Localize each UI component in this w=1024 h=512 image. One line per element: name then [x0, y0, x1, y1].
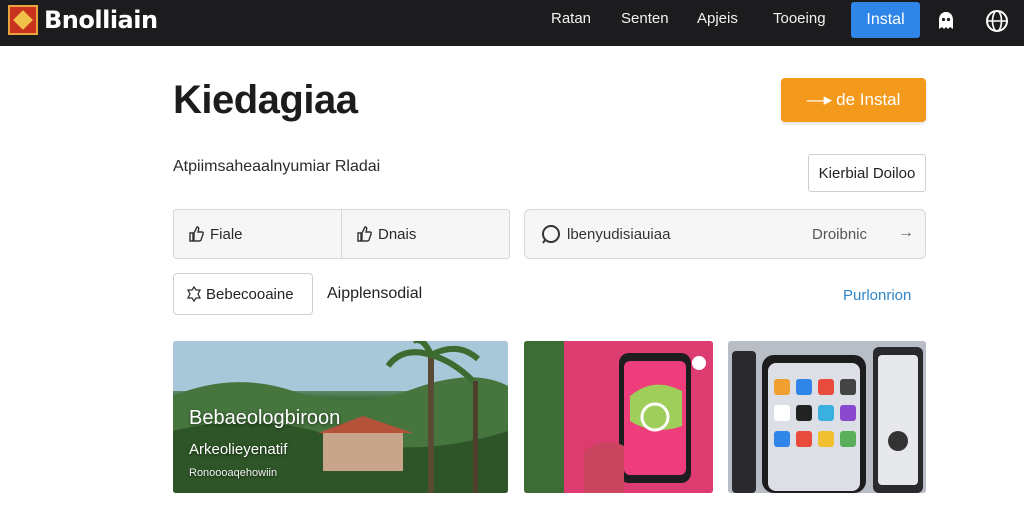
feature-card-3[interactable]: [728, 341, 926, 493]
filter-label: Aipplensodial: [327, 285, 423, 302]
globe-icon[interactable]: [985, 9, 1009, 33]
search-input[interactable]: lbenyudisiauiaa: [567, 226, 670, 243]
search-icon: [542, 225, 560, 244]
card-1-subtitle: Arkeolieyenatif: [189, 441, 288, 458]
brand-logo[interactable]: Bnolliain: [8, 4, 158, 36]
primary-install-button[interactable]: —▸ de Instal: [781, 78, 926, 122]
segment-2[interactable]: Dnais: [341, 210, 509, 258]
secondary-button[interactable]: Kierbial Doiloo: [808, 154, 926, 192]
arrow-right-icon: —▸: [806, 90, 833, 109]
segmented-control: Fiale Dnais: [173, 209, 510, 259]
feature-card-2[interactable]: [524, 341, 713, 493]
brand-name: Bnolliain: [44, 6, 158, 34]
search-meta-label: Droibnic: [812, 226, 868, 243]
thumbs-up-icon: [357, 226, 372, 242]
phones-app-grid-image: [728, 341, 926, 493]
badge-icon: [186, 286, 202, 302]
primary-install-label: de Instal: [836, 90, 901, 109]
feature-card-1[interactable]: Bebaeologbiroon Arkeolieyenatif Ronoooaq…: [173, 341, 508, 493]
view-more-link[interactable]: Purlonrion: [843, 287, 911, 304]
nav-link-3[interactable]: Apjeis: [697, 10, 738, 27]
page-title: Kiedagiaa: [173, 78, 358, 122]
segment-1[interactable]: Fiale: [174, 210, 341, 258]
install-button[interactable]: Instal: [851, 2, 920, 38]
search-bar[interactable]: lbenyudisiauiaa Droibnic →: [524, 209, 926, 259]
nav-link-2[interactable]: Senten: [621, 10, 669, 27]
filter-chip-label: Bebecooaine: [206, 285, 294, 303]
nav-link-1[interactable]: Ratan: [551, 10, 591, 27]
ghost-icon-glyph: [939, 12, 953, 29]
ghost-icon[interactable]: [934, 9, 958, 33]
phone-in-hand-image: [524, 341, 713, 493]
brand-logo-mark: [8, 5, 38, 35]
segment-2-label: Dnais: [378, 225, 417, 243]
segment-1-label: Fiale: [210, 225, 243, 243]
thumbs-up-icon: [189, 226, 204, 242]
page-subtitle: Atpiimsaheaalnyumiar Rladai: [173, 158, 381, 175]
arrow-right-icon[interactable]: →: [898, 224, 914, 242]
card-1-caption: Ronoooaqehowiin: [189, 467, 278, 479]
top-navigation-bar: Bnolliain Ratan Senten Apjeis Tooeing In…: [0, 0, 1024, 46]
globe-icon-glyph: [986, 10, 1008, 32]
nav-link-4[interactable]: Tooeing: [773, 10, 826, 27]
card-1-title: Bebaeologbiroon: [189, 407, 341, 429]
filter-chip[interactable]: Bebecooaine: [173, 273, 313, 315]
